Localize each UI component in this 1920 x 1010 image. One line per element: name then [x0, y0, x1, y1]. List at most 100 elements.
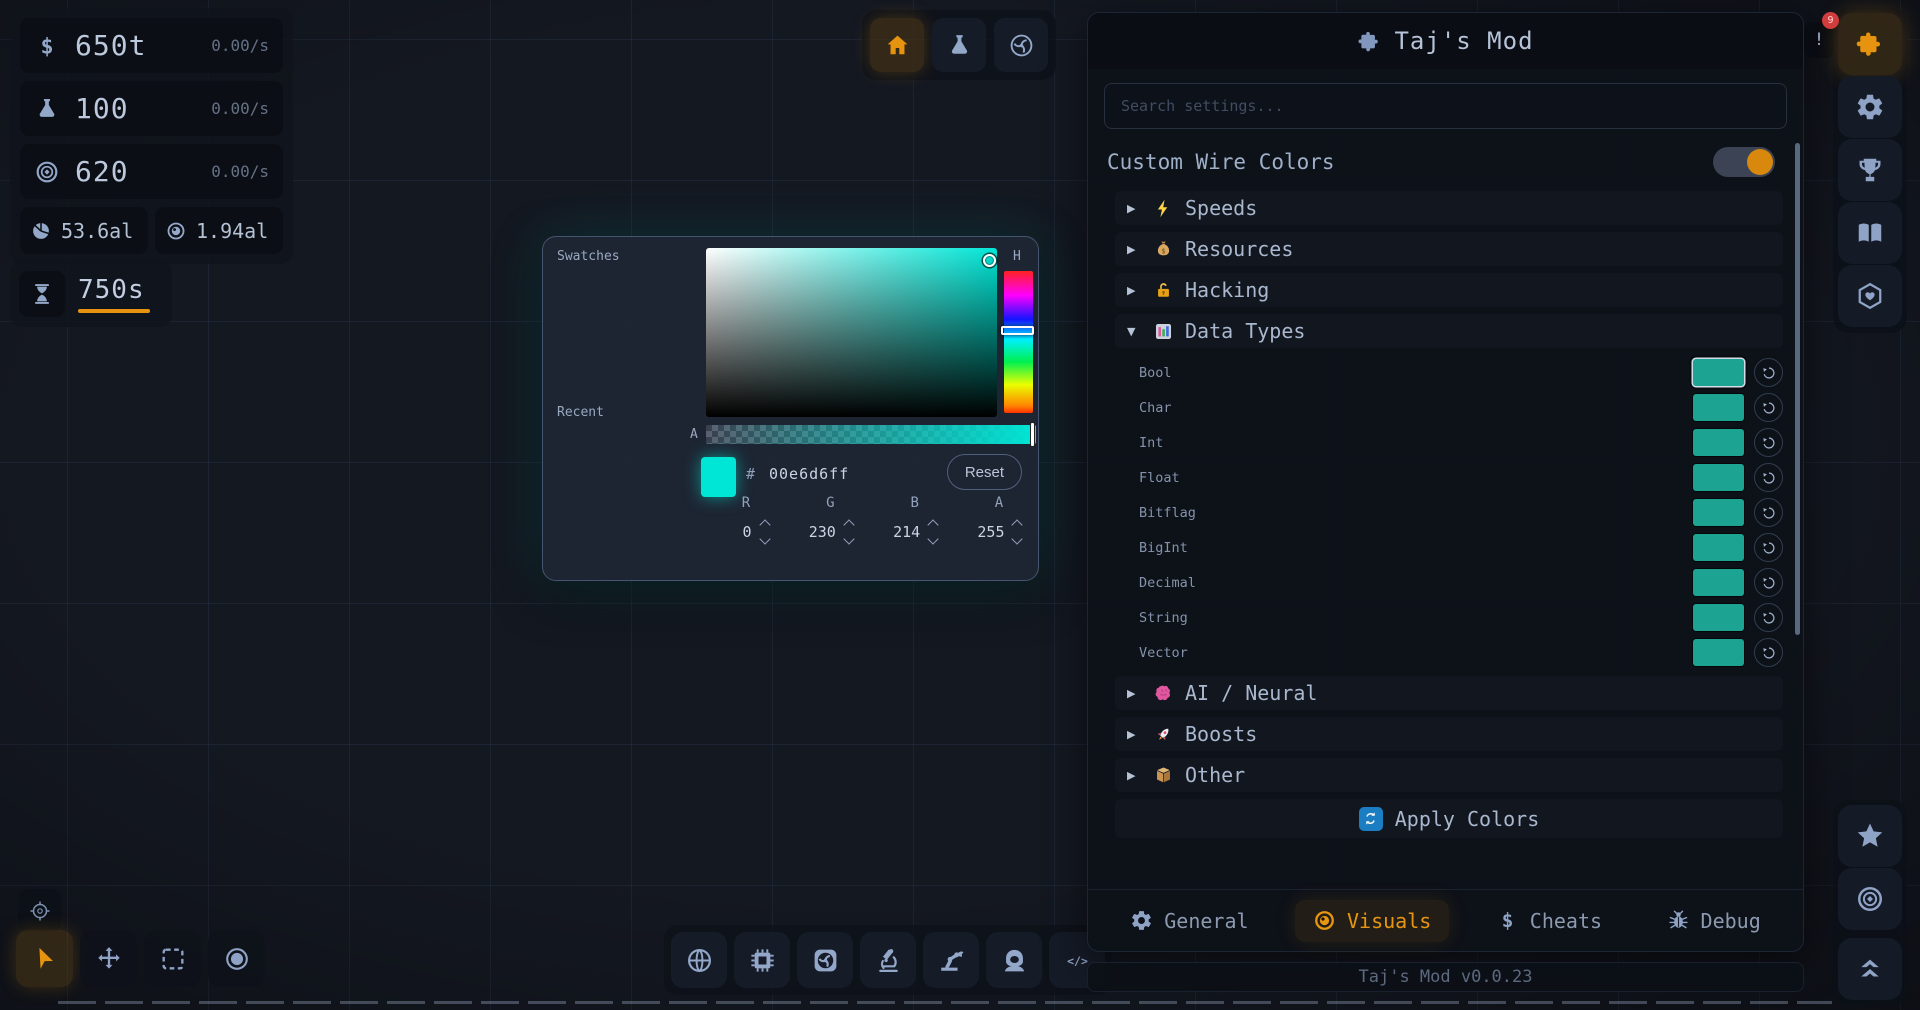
tool-button-pointer[interactable] — [16, 930, 73, 987]
tab-cheats[interactable]: Cheats — [1478, 900, 1620, 942]
stepper-up-icon[interactable] — [927, 519, 939, 531]
stepper-up-icon[interactable] — [1011, 519, 1024, 531]
color-swatch[interactable] — [659, 303, 690, 334]
stepper-down-icon[interactable] — [758, 533, 771, 545]
rail-button-favorites[interactable] — [1838, 805, 1902, 867]
settings-section-hacking[interactable]: ▶ Hacking — [1115, 273, 1783, 307]
recent-color-swatch[interactable] — [659, 459, 690, 490]
recent-color-swatch[interactable] — [625, 459, 656, 490]
color-swatch[interactable] — [625, 337, 656, 368]
settings-section-resources[interactable]: ▶ Resources — [1115, 232, 1783, 266]
data-type-color-swatch[interactable] — [1693, 359, 1744, 386]
toolbar-button-chips[interactable] — [734, 932, 790, 988]
scrollbar-thumb[interactable] — [1795, 143, 1800, 635]
recent-color-swatch[interactable] — [659, 493, 690, 524]
recent-color-swatch[interactable] — [625, 425, 656, 456]
rail-button-mods[interactable] — [1838, 13, 1902, 75]
data-type-reset-button[interactable] — [1754, 358, 1783, 387]
data-type-reset-button[interactable] — [1754, 603, 1783, 632]
data-type-reset-button[interactable] — [1754, 638, 1783, 667]
recent-color-swatch[interactable] — [659, 527, 690, 558]
top-button-home[interactable] — [870, 18, 924, 72]
recent-color-swatch[interactable] — [557, 459, 588, 490]
data-type-color-swatch[interactable] — [1693, 429, 1744, 456]
data-type-color-swatch[interactable] — [1693, 464, 1744, 491]
rail-button-guide[interactable] — [1838, 202, 1902, 264]
color-swatch[interactable] — [557, 303, 588, 334]
recent-color-swatch[interactable] — [591, 425, 622, 456]
game-viewport[interactable]: 650t 0.00/s 100 0.00/s 620 0.00/s 53.6al — [0, 0, 1920, 1010]
recent-color-swatch[interactable] — [591, 493, 622, 524]
color-swatch[interactable] — [659, 371, 690, 402]
alpha-slider[interactable] — [706, 422, 1036, 447]
tool-button-marquee-select[interactable] — [144, 930, 201, 987]
color-swatch[interactable] — [557, 269, 588, 300]
saturation-value-area[interactable] — [706, 248, 997, 417]
rail-button-settings[interactable] — [1838, 76, 1902, 138]
channel-value[interactable]: 230 — [808, 523, 836, 541]
recent-color-swatch[interactable] — [625, 493, 656, 524]
stepper-down-icon[interactable] — [927, 533, 939, 545]
rail-button-achievements[interactable] — [1838, 139, 1902, 201]
hue-handle[interactable] — [1001, 326, 1034, 335]
color-swatch[interactable] — [591, 337, 622, 368]
recent-color-swatch[interactable] — [557, 425, 588, 456]
data-type-reset-button[interactable] — [1754, 393, 1783, 422]
top-button-fan[interactable] — [994, 18, 1048, 72]
recent-color-swatch[interactable] — [625, 527, 656, 558]
tool-button-circle-select[interactable] — [208, 930, 265, 987]
toolbar-button-research[interactable] — [860, 932, 916, 988]
recent-color-swatch[interactable] — [557, 493, 588, 524]
settings-section-boosts[interactable]: ▶ Boosts — [1115, 717, 1783, 751]
toolbar-button-world[interactable] — [671, 932, 727, 988]
search-input[interactable] — [1104, 83, 1787, 129]
color-swatch[interactable] — [625, 269, 656, 300]
stepper-down-icon[interactable] — [1011, 533, 1024, 545]
hex-value-field[interactable]: 00e6d6ff — [769, 465, 849, 483]
locate-button[interactable] — [18, 889, 61, 932]
tab-general[interactable]: General — [1112, 900, 1266, 942]
data-type-reset-button[interactable] — [1754, 498, 1783, 527]
alpha-handle[interactable] — [1030, 422, 1035, 447]
top-button-research[interactable] — [932, 18, 986, 72]
data-type-reset-button[interactable] — [1754, 463, 1783, 492]
settings-section-speeds[interactable]: ▶ Speeds — [1115, 191, 1783, 225]
color-swatch[interactable] — [659, 337, 690, 368]
toolbar-button-cooling[interactable] — [797, 932, 853, 988]
rail-button-perks[interactable] — [1838, 265, 1902, 327]
settings-section-other[interactable]: ▶ Other — [1115, 758, 1783, 792]
color-swatch[interactable] — [591, 269, 622, 300]
settings-list[interactable]: Custom Wire Colors ▶ Speeds ▶ Resources — [1088, 135, 1803, 889]
data-type-reset-button[interactable] — [1754, 428, 1783, 457]
color-swatch[interactable] — [659, 269, 690, 300]
recent-color-swatch[interactable] — [591, 459, 622, 490]
recent-color-swatch[interactable] — [591, 527, 622, 558]
data-type-color-swatch[interactable] — [1693, 499, 1744, 526]
color-swatch[interactable] — [625, 303, 656, 334]
tool-button-move[interactable] — [80, 930, 137, 987]
channel-value[interactable]: 0 — [724, 523, 751, 541]
rail-button-upgrades[interactable] — [1838, 938, 1902, 1000]
toolbar-button-automation[interactable] — [923, 932, 979, 988]
data-type-color-swatch[interactable] — [1693, 639, 1744, 666]
stepper-down-icon[interactable] — [843, 533, 855, 545]
settings-section-ai-neural[interactable]: ▶ AI / Neural — [1115, 676, 1783, 710]
stepper-up-icon[interactable] — [843, 519, 855, 531]
sv-cursor[interactable] — [983, 254, 996, 267]
stepper-up-icon[interactable] — [758, 519, 771, 531]
tab-debug[interactable]: Debug — [1649, 900, 1779, 942]
tab-visuals[interactable]: Visuals — [1295, 899, 1450, 942]
color-swatch[interactable] — [625, 371, 656, 402]
channel-value[interactable]: 255 — [976, 523, 1004, 541]
data-type-color-swatch[interactable] — [1693, 534, 1744, 561]
data-type-color-swatch[interactable] — [1693, 604, 1744, 631]
rail-button-tokens[interactable] — [1838, 868, 1902, 930]
hue-slider[interactable] — [1001, 271, 1034, 413]
data-type-reset-button[interactable] — [1754, 533, 1783, 562]
settings-section-data-types[interactable]: ▼ Data Types — [1115, 314, 1783, 348]
apply-colors-button[interactable]: Apply Colors — [1115, 799, 1783, 838]
color-swatch[interactable] — [591, 371, 622, 402]
color-swatch[interactable] — [557, 371, 588, 402]
wire-colors-toggle[interactable] — [1713, 147, 1775, 177]
recent-color-swatch[interactable] — [659, 425, 690, 456]
